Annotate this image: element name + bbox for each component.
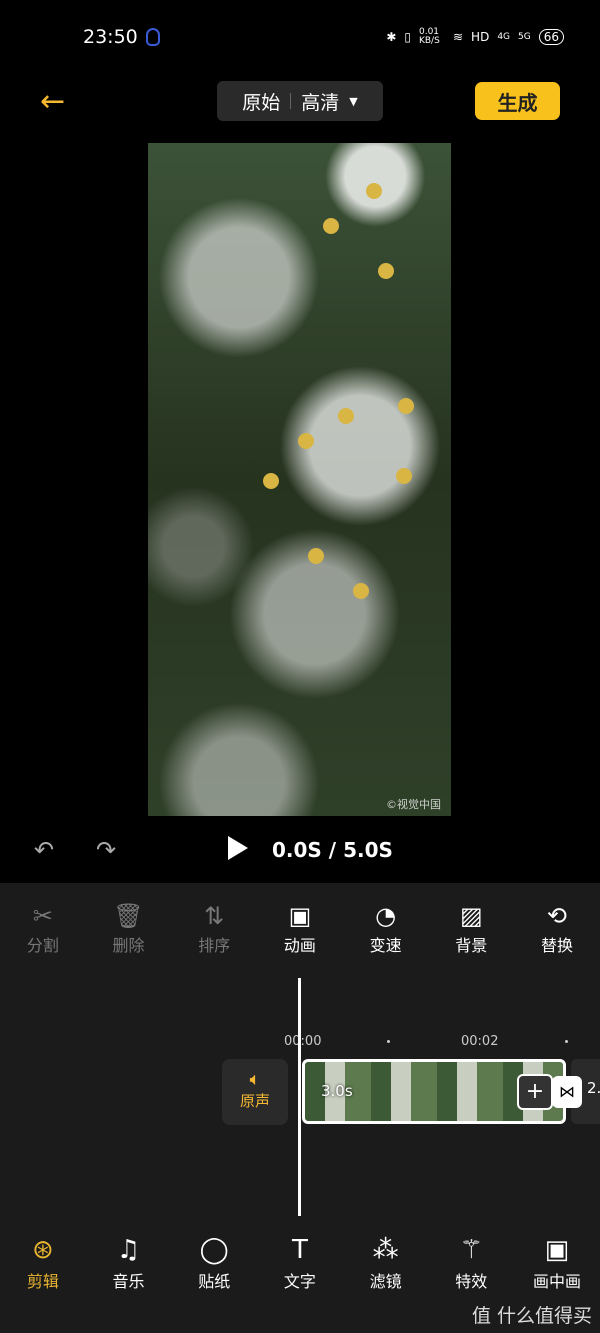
status-icons: ✱ ▯ 0.01 KB/S ≋ HD 4G 5G 66	[386, 28, 564, 46]
background-icon: ▨	[459, 902, 483, 930]
speed-icon: ◔	[375, 902, 397, 930]
battery: 66	[538, 29, 564, 45]
speaker-icon: 🔈︎	[249, 1069, 261, 1090]
sticker-icon: ◯	[199, 1235, 229, 1265]
nav-edit[interactable]: ⊛ 剪辑	[0, 1232, 86, 1292]
quality-hd[interactable]: 高清	[301, 88, 339, 115]
filter-icon: ⁂	[372, 1235, 399, 1265]
nav-effects[interactable]: ⚚ 特效	[428, 1232, 514, 1292]
nav-sticker[interactable]: ◯ 贴纸	[171, 1232, 257, 1292]
nav-filter[interactable]: ⁂ 滤镜	[343, 1232, 429, 1292]
add-clip-button[interactable]: +	[517, 1074, 553, 1110]
signal-5g: 5G	[518, 32, 531, 42]
wifi-icon: ≋	[452, 30, 464, 44]
playback-time: 0.0S / 5.0S	[272, 838, 393, 862]
original-audio-label: 原声	[239, 1092, 270, 1110]
playhead[interactable]	[298, 978, 301, 1216]
replace-icon: ⟲	[546, 902, 568, 930]
arrow-left-icon[interactable]: ←	[40, 84, 65, 119]
flower	[308, 548, 324, 564]
brand-watermark: 值 什么值得买	[471, 1305, 592, 1327]
play-icon[interactable]	[228, 836, 248, 860]
trash-icon: 🗑︎	[113, 902, 144, 930]
tool-delete[interactable]: 🗑︎ 删除	[86, 900, 172, 956]
original-audio-toggle[interactable]: 🔈︎ 原声	[222, 1059, 288, 1125]
tool-label: 排序	[198, 936, 231, 955]
hd-label: HD	[471, 30, 490, 44]
flower	[378, 263, 394, 279]
tool-speed[interactable]: ◔ 变速	[343, 900, 429, 956]
flower	[366, 183, 382, 199]
nav-label: 滤镜	[369, 1272, 402, 1291]
tool-label: 替换	[540, 936, 573, 955]
video-preview[interactable]: ©视觉中国	[148, 143, 451, 816]
divider	[290, 93, 292, 109]
flower	[353, 583, 369, 599]
scissors-icon: ✂	[32, 902, 53, 930]
nav-label: 剪辑	[26, 1272, 59, 1291]
tool-replace[interactable]: ⟲ 替换	[514, 900, 600, 956]
flower	[396, 468, 412, 484]
tick-dot	[387, 1040, 390, 1043]
vibrate-icon: ▯	[404, 30, 411, 44]
edit-reel-icon: ⊛	[31, 1235, 54, 1265]
clip-duration: 3.0s	[321, 1082, 353, 1100]
tool-sort[interactable]: ⇅ 排序	[171, 900, 257, 956]
sort-icon: ⇅	[204, 902, 225, 930]
tick-dot	[565, 1040, 568, 1043]
nav-label: 画中画	[532, 1272, 581, 1291]
generate-button[interactable]: 生成	[475, 82, 560, 120]
flower	[338, 408, 354, 424]
tool-background[interactable]: ▨ 背景	[428, 900, 514, 956]
tool-label: 删除	[112, 936, 145, 955]
tool-bar: ✂ 分割 🗑︎ 删除 ⇅ 排序 ▣ 动画 ◔ 变速 ▨ 背景 ⟲ 替换	[0, 900, 600, 956]
quality-selector[interactable]: 原始 高清 ▼	[217, 81, 383, 121]
nav-label: 特效	[455, 1272, 488, 1291]
qq-icon	[146, 28, 160, 46]
time-tick: 00:02	[461, 1034, 499, 1049]
nav-label: 文字	[283, 1272, 316, 1291]
video-watermark: ©视觉中国	[386, 798, 441, 811]
tool-animation[interactable]: ▣ 动画	[257, 900, 343, 956]
clock: 23:50	[83, 26, 138, 48]
nav-label: 音乐	[112, 1272, 145, 1291]
tool-label: 分割	[26, 936, 59, 955]
net-speed: 0.01 KB/S	[418, 27, 440, 46]
magic-wand-icon: ⚚	[459, 1235, 483, 1265]
animation-icon: ▣	[288, 902, 312, 930]
tool-split[interactable]: ✂ 分割	[0, 900, 86, 956]
music-icon: ♫	[116, 1235, 141, 1265]
flower	[398, 398, 414, 414]
text-icon: T	[291, 1235, 308, 1265]
bluetooth-icon: ✱	[386, 30, 397, 44]
undo-icon[interactable]: ↶	[34, 836, 54, 864]
status-bar: 23:50 ✱ ▯ 0.01 KB/S ≋ HD 4G 5G 66	[0, 24, 600, 52]
tool-label: 动画	[283, 936, 316, 955]
flower	[263, 473, 279, 489]
flower	[323, 218, 339, 234]
nav-music[interactable]: ♫ 音乐	[86, 1232, 172, 1292]
tool-label: 背景	[455, 936, 488, 955]
transition-icon[interactable]: ⋈	[552, 1076, 582, 1108]
bottom-nav: ⊛ 剪辑 ♫ 音乐 ◯ 贴纸 T 文字 ⁂ 滤镜 ⚚ 特效 ▣ 画中画	[0, 1232, 600, 1292]
pip-icon: ▣	[544, 1235, 570, 1265]
quality-original[interactable]: 原始	[242, 88, 280, 115]
time-tick: 00:00	[284, 1034, 322, 1049]
caret-down-icon: ▼	[349, 94, 358, 108]
nav-text[interactable]: T 文字	[257, 1232, 343, 1292]
signal-4g: 4G	[497, 32, 511, 42]
flower	[298, 433, 314, 449]
nav-pip[interactable]: ▣ 画中画	[514, 1232, 600, 1292]
nav-label: 贴纸	[198, 1272, 231, 1291]
tool-label: 变速	[369, 936, 402, 955]
redo-icon[interactable]: ↷	[96, 836, 116, 864]
